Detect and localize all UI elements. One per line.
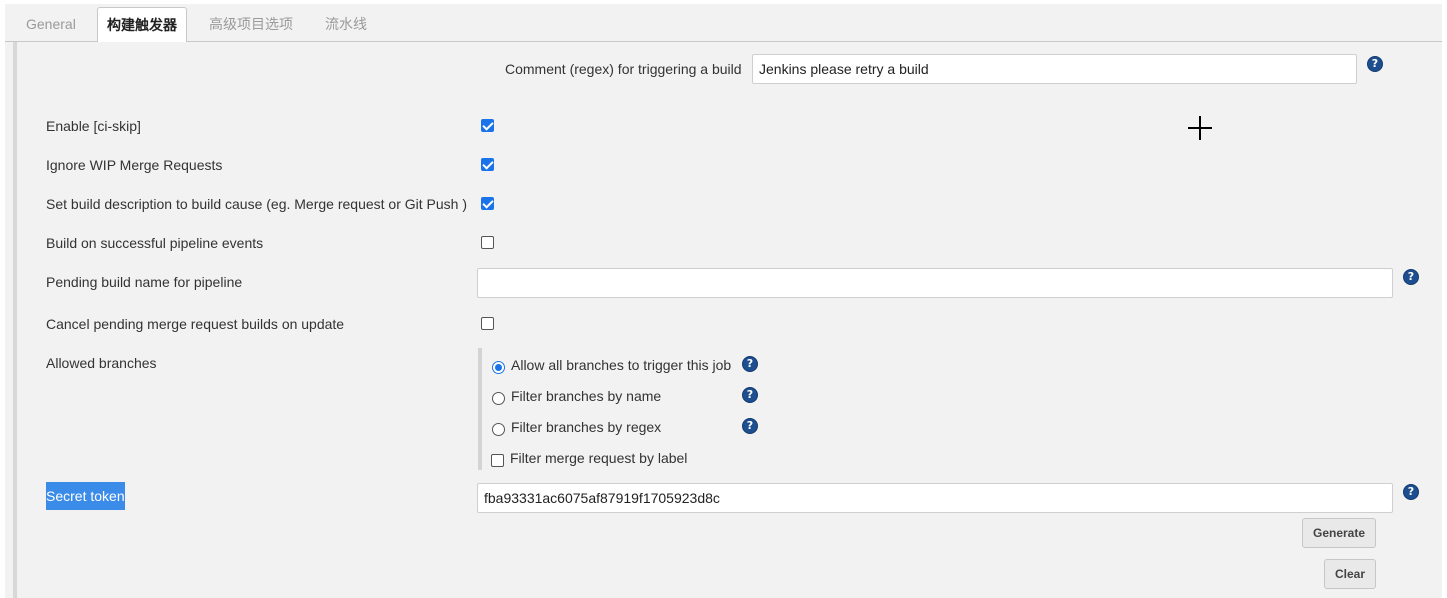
filter-by-name-help-icon[interactable]: ? [742,387,758,403]
ignore-wip-checkbox[interactable] [481,158,494,171]
filter-by-regex-help-icon[interactable]: ? [742,418,758,434]
filter-by-name-label[interactable]: Filter branches by name [511,388,661,404]
tab-bar: General 构建触发器 高级项目选项 流水线 [5,4,1442,42]
pending-build-help-icon[interactable]: ? [1403,269,1419,285]
clear-button[interactable]: Clear [1324,559,1376,589]
allow-all-branches-radio[interactable] [492,361,505,374]
tab-pipeline[interactable]: 流水线 [325,8,367,41]
pipeline-events-label: Build on successful pipeline events [46,235,264,251]
filter-by-regex-label[interactable]: Filter branches by regex [511,419,661,435]
pending-build-name-input[interactable] [477,268,1393,298]
tab-advanced-project-options[interactable]: 高级项目选项 [209,8,293,41]
set-build-description-label: Set build description to build cause (eg… [46,196,467,212]
filter-by-name-radio[interactable] [492,392,505,405]
allowed-branches-label: Allowed branches [46,355,157,371]
generate-button[interactable]: Generate [1302,518,1376,548]
filter-by-regex-radio[interactable] [492,423,505,436]
set-build-description-checkbox[interactable] [481,197,494,210]
tab-build-triggers[interactable]: 构建触发器 [97,7,187,42]
cancel-pending-label: Cancel pending merge request builds on u… [46,316,345,332]
ignore-wip-label: Ignore WIP Merge Requests [46,157,223,173]
filter-merge-label-text: Filter merge request by label [510,450,688,466]
comment-regex-input[interactable] [752,54,1357,84]
allow-all-branches-help-icon[interactable]: ? [742,356,758,372]
crosshair-cursor-icon-vertical [1199,116,1201,140]
filter-merge-label-checkbox[interactable] [491,454,504,467]
secret-token-input[interactable] [477,483,1393,513]
enable-ci-skip-checkbox[interactable] [481,119,494,132]
secret-token-help-icon[interactable]: ? [1403,484,1419,500]
pending-build-name-label: Pending build name for pipeline [46,274,243,290]
pipeline-events-checkbox[interactable] [481,236,494,249]
enable-ci-skip-label: Enable [ci-skip] [46,118,141,134]
allow-all-branches-label[interactable]: Allow all branches to trigger this job [511,357,731,373]
comment-regex-help-icon[interactable]: ? [1367,56,1383,72]
cancel-pending-checkbox[interactable] [481,317,494,330]
comment-regex-label: Comment (regex) for triggering a build [505,61,742,77]
section-indent-bar [13,42,17,598]
tab-general[interactable]: General [26,8,76,41]
secret-token-label: Secret token [46,482,125,510]
radio-group-indent-bar [478,348,482,470]
